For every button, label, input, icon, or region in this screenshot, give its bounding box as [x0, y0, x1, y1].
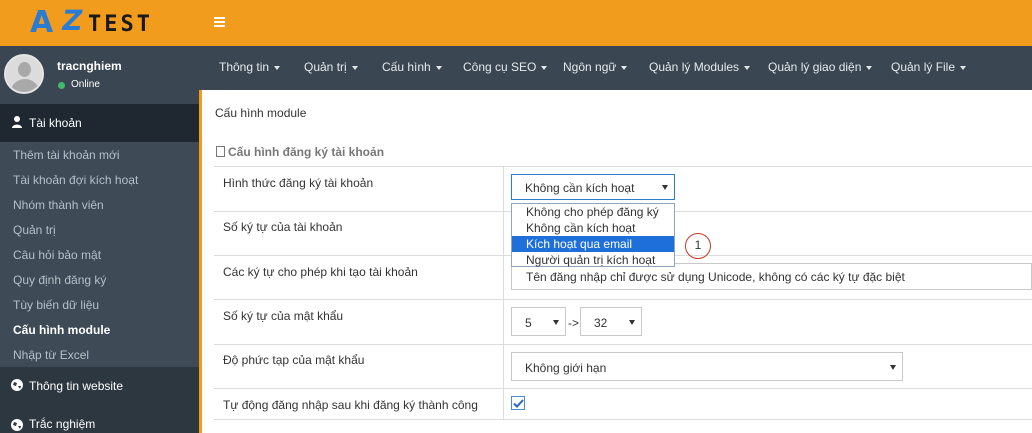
sidebar-item-import-excel[interactable]: Nhập từ Excel	[13, 348, 89, 362]
password-min-select[interactable]: 5	[511, 307, 566, 336]
nav-item-seo-tools[interactable]: Công cụ SEO	[463, 60, 548, 74]
form-row-label: Tự động đăng nhập sau khi đăng ký thành …	[223, 398, 478, 412]
top-bar	[199, 0, 1032, 46]
password-max-select[interactable]: 32	[580, 307, 642, 336]
nav-item-label: Công cụ SEO	[463, 60, 537, 74]
form-row-label: Số ký tự của tài khoản	[223, 220, 343, 234]
password-max-value: 32	[594, 316, 608, 330]
sidebar-header-account-label: Tài khoản	[29, 116, 82, 130]
chevron-down-icon	[890, 365, 896, 370]
logo[interactable]: A Z TEST	[0, 0, 199, 46]
chevron-down-icon	[553, 320, 559, 325]
nav-item-label: Quản lý Modules	[649, 60, 740, 74]
caret-down-icon	[621, 65, 628, 70]
sidebar-item-add-account[interactable]: Thêm tài khoản mới	[13, 148, 120, 162]
registration-mode-select[interactable]: Không cần kích hoạt	[511, 174, 675, 200]
online-status-text: Online	[71, 79, 100, 90]
document-icon	[216, 146, 225, 157]
form-row-label: Các ký tự cho phép khi tạo tài khoản	[223, 265, 418, 279]
form-row-label: Số ký tự của mật khẩu	[223, 309, 344, 323]
nav-item-label: Thông tin	[219, 60, 270, 74]
registration-mode-value: Không cần kích hoạt	[525, 181, 635, 195]
sidebar-header-test[interactable]: Trắc nghiệm	[0, 403, 199, 433]
caret-down-icon	[866, 65, 873, 70]
sidebar-item-security-questions[interactable]: Câu hỏi bảo mật	[13, 248, 101, 262]
nav-item-modules[interactable]: Quản lý Modules	[649, 60, 751, 74]
nav-item-info[interactable]: Thông tin	[219, 60, 281, 74]
sidebar-item-pending-accounts[interactable]: Tài khoản đợi kích hoạt	[13, 173, 138, 187]
nav-item-label: Cấu hình	[382, 60, 431, 74]
caret-down-icon	[351, 65, 358, 70]
caret-down-icon	[435, 65, 442, 70]
breadcrumb: Cấu hình module	[215, 106, 307, 120]
sidebar-item-custom-data[interactable]: Tùy biến dữ liệu	[13, 298, 99, 312]
sidebar-header-website-label: Thông tin website	[29, 379, 124, 393]
dropdown-option[interactable]: Người quản trị kích hoạt	[512, 252, 674, 268]
annotation-marker: 1	[685, 233, 711, 259]
sidebar-header-website[interactable]: Thông tin website	[0, 367, 199, 403]
password-complexity-value: Không giới hạn	[525, 361, 607, 375]
section-title-text: Cấu hình đăng ký tài khoản	[228, 145, 385, 159]
caret-down-icon	[960, 65, 967, 70]
form-row: Tự động đăng nhập sau khi đăng ký thành …	[214, 388, 1032, 419]
menu-icon[interactable]	[214, 17, 225, 27]
user-icon	[12, 116, 22, 128]
sidebar-item-module-config[interactable]: Cấu hình module	[13, 323, 110, 337]
sidebar-header-account[interactable]: Tài khoản	[0, 104, 199, 142]
logo-word: TEST	[88, 12, 153, 37]
nav-item-label: Quản lý giao diện	[768, 60, 862, 74]
username: tracnghiem	[57, 59, 122, 73]
sidebar-item-admin[interactable]: Quản trị	[13, 223, 56, 237]
nav-item-admin[interactable]: Quản trị	[304, 60, 358, 74]
checkmark-icon	[513, 399, 524, 408]
form-row-label: Độ phức tạp của mật khẩu	[223, 353, 365, 367]
nav-item-config[interactable]: Cấu hình	[382, 60, 442, 74]
registration-mode-dropdown: Không cho phép đăng ký Không cần kích ho…	[511, 203, 675, 267]
form-row-label: Hình thức đăng ký tài khoản	[223, 176, 374, 190]
password-complexity-select[interactable]: Không giới hạn	[511, 352, 903, 381]
sidebar-item-registration-rules[interactable]: Quy định đăng ký	[13, 273, 106, 287]
range-separator: ->	[568, 316, 580, 330]
globe-icon	[11, 379, 23, 391]
nav-item-label: Quản lý File	[891, 60, 956, 74]
password-min-value: 5	[525, 316, 532, 330]
caret-down-icon	[541, 65, 548, 70]
nav-item-language[interactable]: Ngôn ngữ	[563, 60, 628, 74]
globe-icon	[11, 419, 23, 431]
allowed-chars-value: Tên đăng nhập chỉ được sử dụng Unicode, …	[526, 270, 905, 284]
dropdown-option[interactable]: Không cho phép đăng ký	[512, 204, 674, 220]
nav-item-themes[interactable]: Quản lý giao diện	[768, 60, 873, 74]
caret-down-icon	[744, 65, 751, 70]
chevron-down-icon	[662, 185, 668, 190]
nav-item-files[interactable]: Quản lý File	[891, 60, 967, 74]
avatar[interactable]	[4, 54, 44, 94]
sidebar-item-member-groups[interactable]: Nhóm thành viên	[13, 198, 104, 212]
caret-down-icon	[274, 65, 281, 70]
table-bottom-border	[214, 419, 1032, 420]
nav-item-label: Quản trị	[304, 60, 347, 74]
logo-letter-a: A	[30, 5, 54, 40]
column-divider	[503, 166, 504, 420]
auto-login-checkbox[interactable]	[511, 396, 525, 410]
nav-item-label: Ngôn ngữ	[563, 60, 617, 74]
chevron-down-icon	[629, 320, 635, 325]
logo-letter-z: Z	[59, 4, 86, 37]
dropdown-option-highlighted[interactable]: Kích hoạt qua email	[512, 236, 674, 252]
dropdown-option[interactable]: Không cần kích hoạt	[512, 220, 674, 236]
online-status-icon	[58, 82, 65, 89]
sidebar-header-test-label: Trắc nghiệm	[29, 417, 96, 431]
section-title: Cấu hình đăng ký tài khoản	[216, 145, 384, 159]
